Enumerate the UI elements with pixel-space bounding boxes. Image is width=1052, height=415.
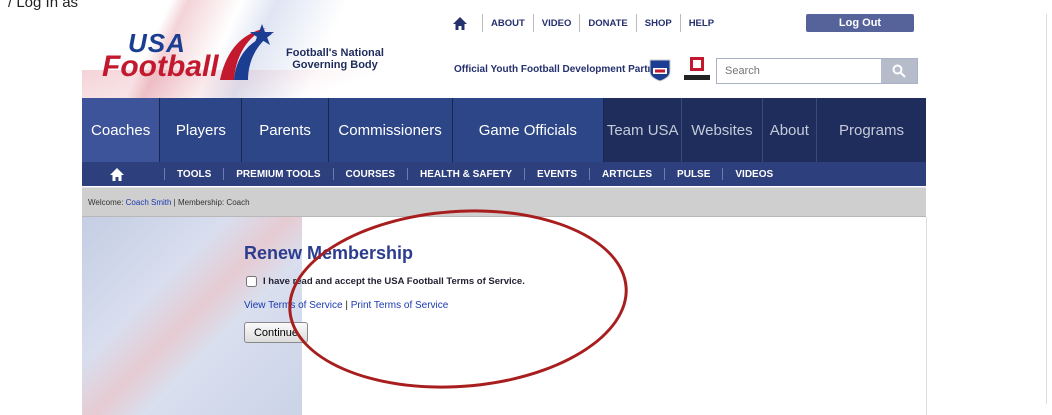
search-input[interactable] [723, 62, 867, 80]
terms-accept-row: I have read and accept the USA Football … [244, 276, 604, 287]
renew-membership-panel: Renew Membership I have read and accept … [244, 243, 604, 343]
nav-game-officials[interactable]: Game Officials [452, 98, 605, 162]
link-separator: | [342, 300, 351, 311]
divider [589, 168, 591, 180]
sub-home-icon[interactable] [82, 167, 152, 181]
usa-football-logo[interactable]: USA Football [88, 24, 288, 88]
partner-text: Official Youth Football Development Part… [454, 64, 664, 75]
subnav-courses[interactable]: COURSES [346, 169, 395, 180]
subnav-health-safety[interactable]: HEALTH & SAFETY [420, 169, 512, 180]
subnav-tools[interactable]: TOOLS [177, 169, 211, 180]
nfl-shield-icon[interactable] [648, 58, 672, 82]
continue-button[interactable]: Continue [244, 322, 308, 343]
divider [635, 14, 637, 32]
subnav-pulse[interactable]: PULSE [677, 169, 710, 180]
util-link-donate[interactable]: DONATE [588, 18, 627, 29]
page-title: Renew Membership [244, 243, 414, 263]
subnav-videos[interactable]: VIDEOS [735, 169, 773, 180]
util-link-video[interactable]: VIDEO [542, 18, 572, 29]
util-link-shop[interactable]: SHOP [645, 18, 672, 29]
star-swoosh-icon [220, 24, 274, 80]
accept-terms-checkbox[interactable] [246, 276, 257, 287]
accept-terms-label: I have read and accept the USA Football … [263, 276, 525, 287]
divider [679, 14, 681, 32]
divider [332, 168, 334, 180]
tagline: Football's National Governing Body [286, 47, 384, 71]
nav-parents[interactable]: Parents [242, 98, 329, 162]
divider [926, 217, 927, 415]
divider [164, 168, 165, 180]
page: USA Football Football's National Governi… [82, 0, 927, 415]
nav-programs[interactable]: Programs [817, 98, 926, 162]
search-icon [892, 64, 906, 78]
logout-button[interactable]: Log Out [806, 14, 914, 32]
welcome-prefix: Welcome: [88, 198, 126, 207]
user-name-link[interactable]: Coach Smith [126, 198, 172, 207]
print-terms-link[interactable]: Print Terms of Service [351, 300, 449, 311]
util-link-help[interactable]: HELP [689, 18, 714, 29]
nav-websites[interactable]: Websites [682, 98, 763, 162]
divider [1046, 14, 1047, 404]
divider [722, 168, 724, 180]
nav-players[interactable]: Players [160, 98, 243, 162]
nav-coaches[interactable]: Coaches [82, 98, 161, 162]
divider [532, 14, 534, 32]
divider [406, 168, 408, 180]
utility-nav: ABOUT VIDEO DONATE SHOP HELP [446, 14, 714, 32]
view-terms-link[interactable]: View Terms of Service [244, 300, 343, 311]
divider [664, 168, 666, 180]
search-button[interactable] [881, 59, 917, 83]
logo-football-text: Football [102, 50, 219, 83]
home-icon[interactable] [446, 16, 474, 30]
search-box [716, 58, 918, 84]
divider [223, 168, 225, 180]
subnav-articles[interactable]: ARTICLES [602, 169, 652, 180]
main-nav: Coaches Players Parents Commissioners Ga… [82, 98, 926, 162]
nflpa-logo-icon[interactable] [682, 55, 712, 85]
divider [579, 14, 581, 32]
nav-team-usa[interactable]: Team USA [604, 98, 683, 162]
divider [524, 168, 526, 180]
nav-commissioners[interactable]: Commissioners [328, 98, 453, 162]
nav-about[interactable]: About [762, 98, 818, 162]
subnav-premium-tools[interactable]: PREMIUM TOOLS [236, 169, 320, 180]
membership-text: | Membership: Coach [171, 198, 250, 207]
divider [482, 14, 483, 32]
terms-links: View Terms of Service | Print Terms of S… [244, 300, 604, 311]
sub-nav: TOOLS PREMIUM TOOLS COURSES HEALTH & SAF… [82, 162, 926, 186]
util-link-about[interactable]: ABOUT [491, 18, 525, 29]
welcome-bar: Welcome: Coach Smith | Membership: Coach [82, 187, 926, 217]
subnav-events[interactable]: EVENTS [537, 169, 577, 180]
